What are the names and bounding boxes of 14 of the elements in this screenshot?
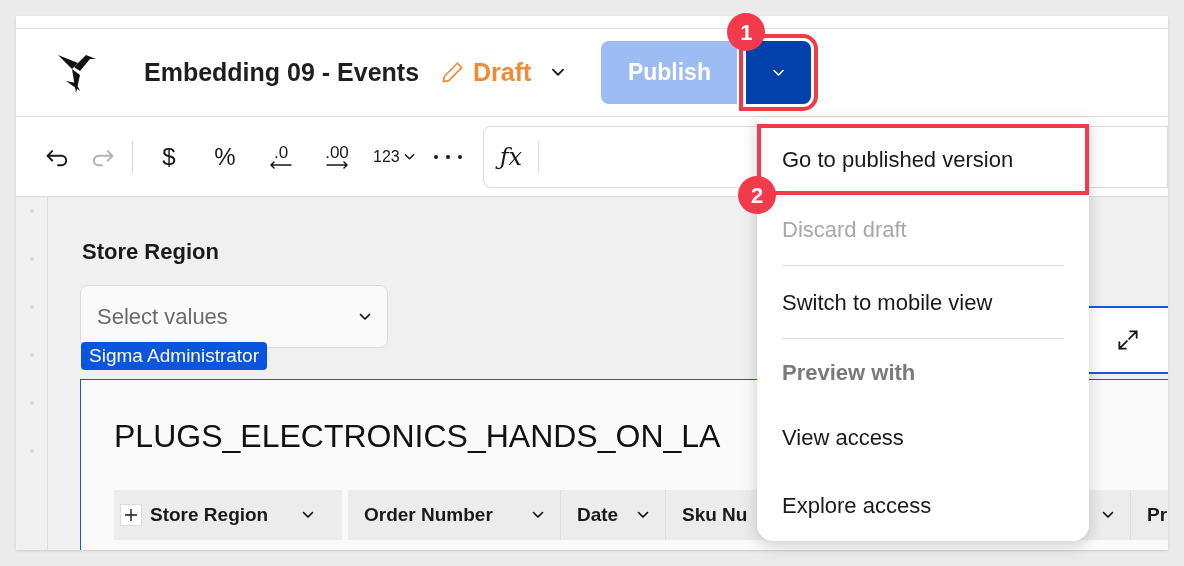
column-label: Sku Nu <box>682 502 748 527</box>
column-label: Date <box>577 502 619 527</box>
column-label: Pr <box>1147 502 1168 527</box>
workbook-title: Embedding 09 - Events <box>144 56 420 88</box>
column-label: Order Number <box>364 502 493 527</box>
menu-heading: Preview with <box>781 358 917 387</box>
table-title: PLUGS_ELECTRONICS_HANDS_ON_LA <box>114 420 721 452</box>
filter-label: Store Region <box>82 241 220 263</box>
step-badge: 1 <box>727 13 766 51</box>
column-label: Store Region <box>150 502 269 527</box>
decimal-label: .00 <box>325 144 349 161</box>
owner-tag: Sigma Administrator <box>81 342 267 370</box>
step-badge: 2 <box>738 176 776 214</box>
decimal-label: .0 <box>273 144 289 161</box>
